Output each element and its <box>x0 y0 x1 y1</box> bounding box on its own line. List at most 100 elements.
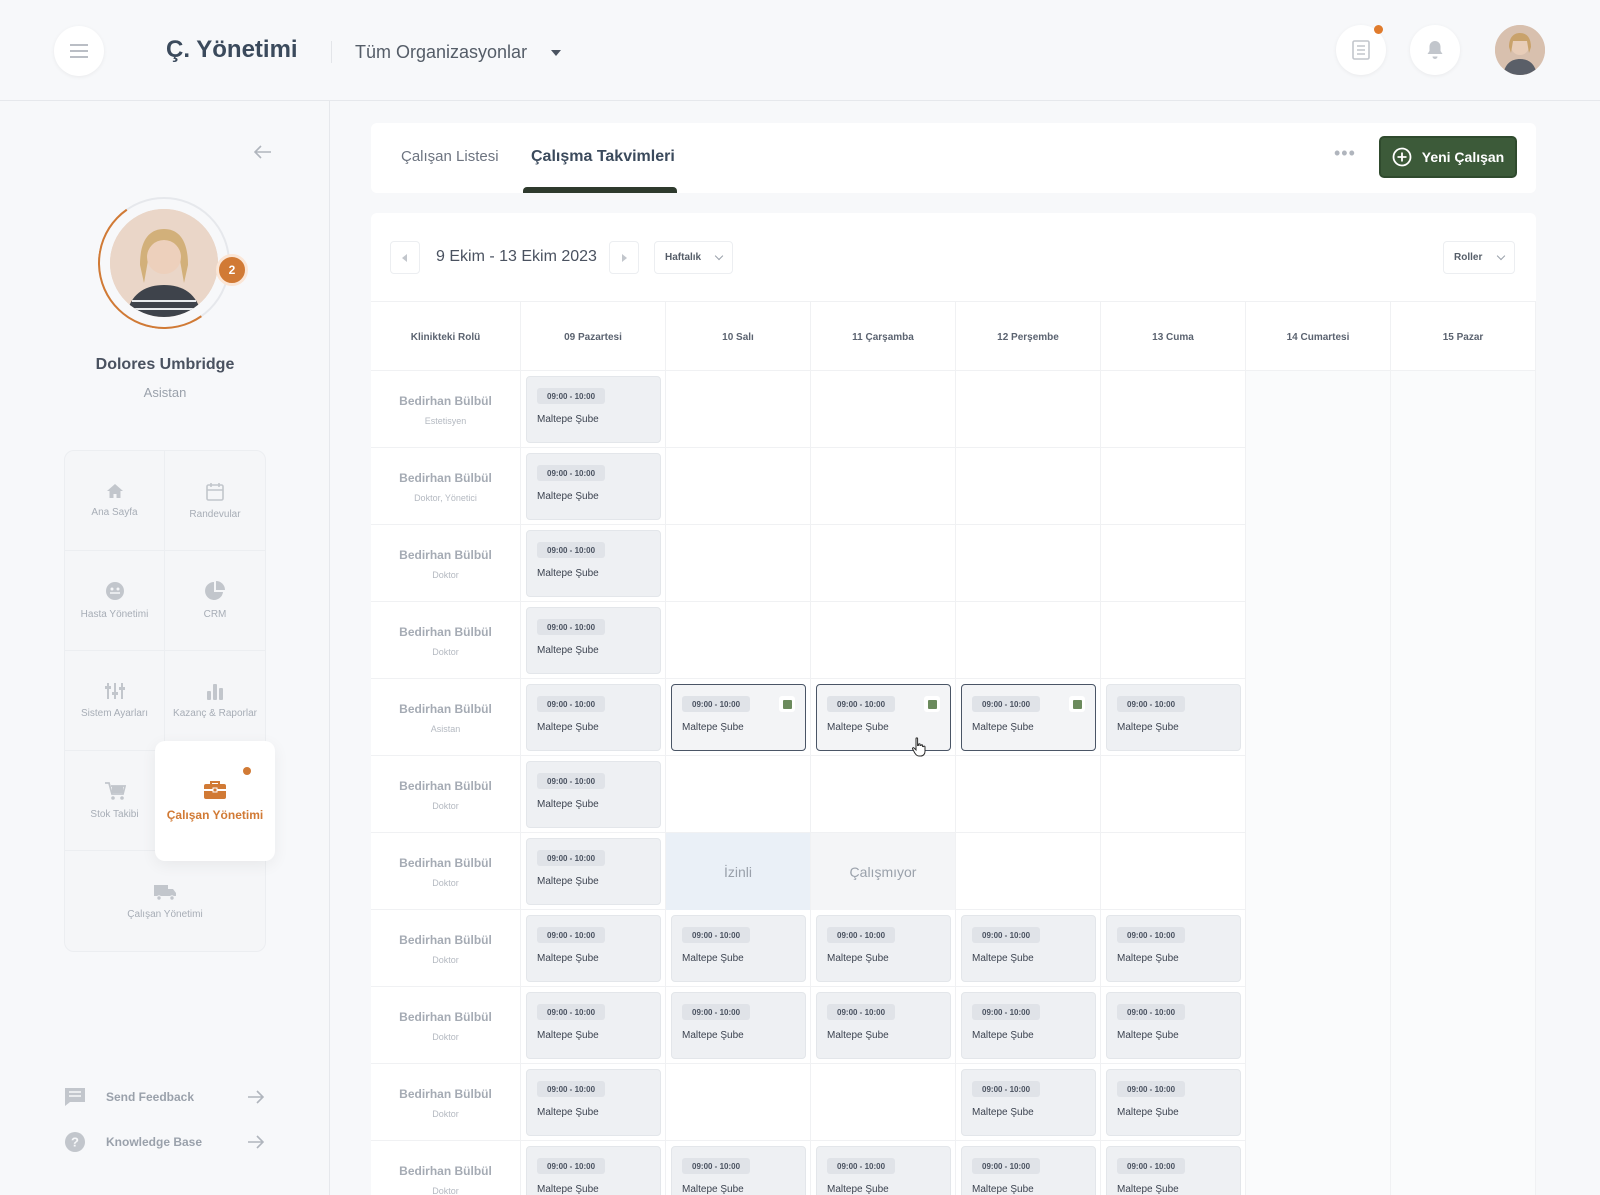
day-cell[interactable] <box>1246 1141 1391 1195</box>
day-cell[interactable] <box>1246 756 1391 833</box>
day-cell[interactable]: 09:00 - 10:00 Maltepe Şube <box>521 1141 666 1195</box>
shift-card[interactable]: 09:00 - 10:00 Maltepe Şube <box>1106 684 1241 751</box>
shift-card[interactable]: 09:00 - 10:00 Maltepe Şube <box>816 1146 951 1195</box>
day-cell[interactable] <box>1391 679 1536 756</box>
employee-cell[interactable]: Bedirhan Bülbül Doktor <box>371 602 521 679</box>
shift-card[interactable]: 09:00 - 10:00 Maltepe Şube <box>671 684 806 751</box>
day-cell[interactable] <box>666 756 811 833</box>
day-cell[interactable]: 09:00 - 10:00 Maltepe Şube <box>811 679 956 756</box>
nav-hasta-yonetimi[interactable]: Hasta Yönetimi <box>65 551 165 651</box>
day-cell[interactable] <box>1391 1141 1536 1195</box>
day-cell[interactable]: 09:00 - 10:00 Maltepe Şube <box>666 1141 811 1195</box>
day-cell[interactable] <box>1391 448 1536 525</box>
day-cell[interactable] <box>666 448 811 525</box>
day-cell[interactable] <box>811 756 956 833</box>
day-cell[interactable] <box>1391 987 1536 1064</box>
shift-card[interactable]: 09:00 - 10:00 Maltepe Şube <box>1106 992 1241 1059</box>
day-cell[interactable]: 09:00 - 10:00 Maltepe Şube <box>521 679 666 756</box>
day-cell[interactable] <box>1101 602 1246 679</box>
tab-calisma-takvimleri[interactable]: Çalışma Takvimleri <box>531 148 675 166</box>
day-cell[interactable] <box>1391 525 1536 602</box>
day-cell[interactable] <box>1391 602 1536 679</box>
shift-card[interactable]: 09:00 - 10:00 Maltepe Şube <box>526 992 661 1059</box>
day-cell[interactable]: İzinli <box>666 833 811 910</box>
shift-card[interactable]: 09:00 - 10:00 Maltepe Şube <box>961 915 1096 982</box>
day-cell[interactable] <box>811 602 956 679</box>
collapse-sidebar-button[interactable] <box>253 145 272 164</box>
shift-card[interactable]: 09:00 - 10:00 Maltepe Şube <box>816 684 951 751</box>
shift-card[interactable]: 09:00 - 10:00 Maltepe Şube <box>526 838 661 905</box>
day-cell[interactable] <box>666 602 811 679</box>
user-avatar[interactable] <box>1495 25 1545 75</box>
organization-selector[interactable]: Tüm Organizasyonlar <box>355 42 562 63</box>
day-cell[interactable]: 09:00 - 10:00 Maltepe Şube <box>956 679 1101 756</box>
view-select[interactable]: Haftalık <box>654 241 733 274</box>
day-cell[interactable] <box>956 371 1101 448</box>
shift-card[interactable]: 09:00 - 10:00 Maltepe Şube <box>526 1069 661 1136</box>
shift-card[interactable]: 09:00 - 10:00 Maltepe Şube <box>1106 915 1241 982</box>
employee-cell[interactable]: Bedirhan Bülbül Doktor <box>371 525 521 602</box>
day-cell[interactable] <box>1246 525 1391 602</box>
day-cell[interactable]: 09:00 - 10:00 Maltepe Şube <box>1101 987 1246 1064</box>
day-cell[interactable] <box>1391 371 1536 448</box>
shift-card[interactable]: 09:00 - 10:00 Maltepe Şube <box>961 1069 1096 1136</box>
day-cell[interactable]: 09:00 - 10:00 Maltepe Şube <box>811 987 956 1064</box>
shift-card[interactable]: 09:00 - 10:00 Maltepe Şube <box>526 607 661 674</box>
day-cell[interactable]: 09:00 - 10:00 Maltepe Şube <box>521 1064 666 1141</box>
day-cell[interactable]: 09:00 - 10:00 Maltepe Şube <box>1101 910 1246 987</box>
day-cell[interactable] <box>1101 371 1246 448</box>
tasks-button[interactable] <box>1336 25 1386 75</box>
day-cell[interactable] <box>1101 756 1246 833</box>
day-cell[interactable]: 09:00 - 10:00 Maltepe Şube <box>521 987 666 1064</box>
day-cell[interactable] <box>956 525 1101 602</box>
employee-cell[interactable]: Bedirhan Bülbül Estetisyen <box>371 371 521 448</box>
day-cell[interactable]: 09:00 - 10:00 Maltepe Şube <box>956 987 1101 1064</box>
next-week-button[interactable] <box>609 241 639 274</box>
day-cell[interactable]: 09:00 - 10:00 Maltepe Şube <box>666 987 811 1064</box>
day-cell[interactable]: 09:00 - 10:00 Maltepe Şube <box>1101 1141 1246 1195</box>
day-cell[interactable] <box>1246 679 1391 756</box>
day-cell[interactable] <box>1391 910 1536 987</box>
roles-filter[interactable]: Roller <box>1443 241 1515 274</box>
shift-card[interactable]: 09:00 - 10:00 Maltepe Şube <box>526 761 661 828</box>
shift-card[interactable]: 09:00 - 10:00 Maltepe Şube <box>526 684 661 751</box>
day-cell[interactable] <box>1391 833 1536 910</box>
employee-cell[interactable]: Bedirhan Bülbül Doktor <box>371 1141 521 1195</box>
day-cell[interactable]: 09:00 - 10:00 Maltepe Şube <box>956 1141 1101 1195</box>
employee-cell[interactable]: Bedirhan Bülbül Asistan <box>371 679 521 756</box>
day-cell[interactable] <box>956 448 1101 525</box>
shift-card[interactable]: 09:00 - 10:00 Maltepe Şube <box>961 992 1096 1059</box>
prev-week-button[interactable] <box>390 241 420 274</box>
day-cell[interactable] <box>811 525 956 602</box>
nav-kazanc-raporlar[interactable]: Kazanç & Raporlar <box>165 651 265 751</box>
day-cell[interactable] <box>1101 833 1246 910</box>
shift-card[interactable]: 09:00 - 10:00 Maltepe Şube <box>961 684 1096 751</box>
shift-card[interactable]: 09:00 - 10:00 Maltepe Şube <box>526 376 661 443</box>
shift-card[interactable]: 09:00 - 10:00 Maltepe Şube <box>526 1146 661 1195</box>
selected-checkbox[interactable] <box>924 696 940 712</box>
nav-sistem-ayarlari[interactable]: Sistem Ayarları <box>65 651 165 751</box>
nav-randevular[interactable]: Randevular <box>165 451 265 551</box>
day-cell[interactable] <box>811 371 956 448</box>
day-cell[interactable] <box>1391 756 1536 833</box>
day-cell[interactable]: 09:00 - 10:00 Maltepe Şube <box>521 525 666 602</box>
employee-cell[interactable]: Bedirhan Bülbül Doktor <box>371 910 521 987</box>
shift-card[interactable]: 09:00 - 10:00 Maltepe Şube <box>816 992 951 1059</box>
nav-stok-takibi[interactable]: Stok Takibi <box>65 751 165 851</box>
day-cell[interactable] <box>1246 987 1391 1064</box>
day-cell[interactable] <box>1101 448 1246 525</box>
day-cell[interactable] <box>1246 833 1391 910</box>
more-options-icon[interactable]: ••• <box>1334 143 1356 164</box>
day-cell[interactable]: 09:00 - 10:00 Maltepe Şube <box>521 910 666 987</box>
shift-card[interactable]: 09:00 - 10:00 Maltepe Şube <box>816 915 951 982</box>
employee-cell[interactable]: Bedirhan Bülbül Doktor <box>371 833 521 910</box>
day-cell[interactable] <box>666 1064 811 1141</box>
notifications-button[interactable] <box>1410 25 1460 75</box>
day-cell[interactable]: 09:00 - 10:00 Maltepe Şube <box>811 910 956 987</box>
knowledge-base-link[interactable]: ? Knowledge Base <box>64 1131 264 1153</box>
selected-checkbox[interactable] <box>779 696 795 712</box>
shift-card[interactable]: 09:00 - 10:00 Maltepe Şube <box>1106 1146 1241 1195</box>
day-cell[interactable] <box>1246 602 1391 679</box>
day-cell[interactable] <box>1246 371 1391 448</box>
day-cell[interactable]: 09:00 - 10:00 Maltepe Şube <box>521 371 666 448</box>
